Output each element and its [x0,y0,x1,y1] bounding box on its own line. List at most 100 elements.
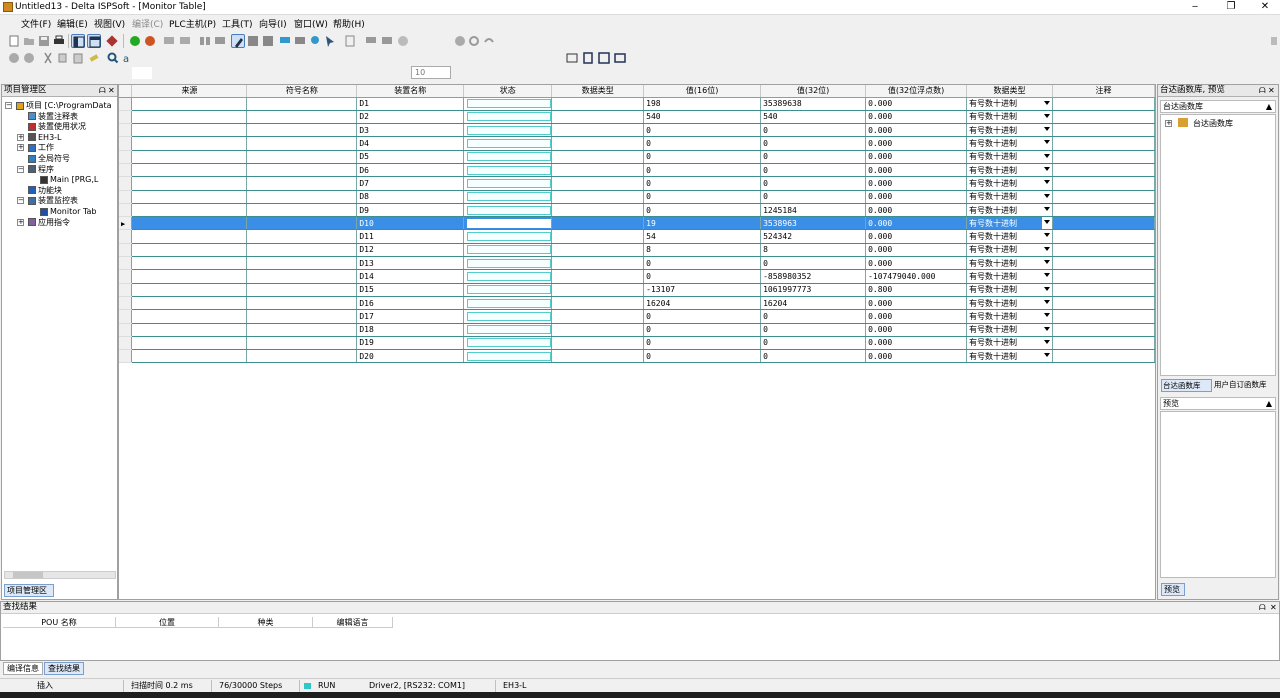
minimize-button[interactable]: ‒ [1178,0,1212,15]
library-tree-item[interactable]: 台达函数库 [1193,118,1233,129]
col-header-datatype[interactable]: 数据类型 [551,85,645,98]
cell-device[interactable]: D3 [356,123,465,138]
tile-icon[interactable] [613,51,627,65]
cell-device[interactable]: D9 [356,203,465,218]
row-header[interactable] [119,256,133,271]
tree-expander-icon[interactable]: − [17,165,24,173]
col-header-comment[interactable]: 注释 [1052,85,1155,98]
row-header[interactable] [119,296,133,311]
cell-datatype[interactable] [551,269,645,284]
cell-value32[interactable]: 1061997773 [760,283,867,297]
cell-valuefloat[interactable]: 0.000 [865,256,968,271]
col-header-device[interactable]: 装置名称 [356,85,465,98]
comm-settings-icon[interactable] [364,34,378,48]
cell-display-type[interactable]: 有号数十进制 [966,256,1053,271]
cell-datatype[interactable] [551,336,645,351]
cell-symbol[interactable] [246,323,358,337]
cell-valuefloat[interactable]: 0.000 [865,136,968,151]
table-row[interactable]: D11 54 524342 0.000 有号数十进制 [119,229,1155,244]
cell-datatype[interactable] [551,243,645,258]
tree-item[interactable]: 装置使用状况 [28,122,86,132]
row-header[interactable]: ▶ [119,216,133,231]
cell-valuefloat[interactable]: 0.000 [865,150,968,164]
cell-valuefloat[interactable]: 0.000 [865,97,968,111]
chevron-down-icon[interactable] [1044,326,1050,331]
cell-display-type[interactable]: 有号数十进制 [966,136,1053,151]
cell-datatype[interactable] [551,163,645,178]
table-row[interactable]: ▶ D10 19 3538963 0.000 有号数十进制 [119,216,1155,231]
cell-value16[interactable]: 54 [643,229,762,244]
cell-datatype[interactable] [551,97,645,111]
tab-compile-info[interactable]: 编译信息 [3,662,43,675]
cell-value16[interactable]: 19 [643,216,762,231]
find-col-kind[interactable]: 种类 [219,617,313,628]
cell-source[interactable] [131,269,248,284]
cell-datatype[interactable] [551,110,645,125]
cell-symbol[interactable] [246,136,358,151]
cell-status[interactable] [463,110,553,125]
cell-value32[interactable]: 8 [760,243,867,258]
new-file-icon[interactable] [7,34,21,48]
cell-symbol[interactable] [246,150,358,164]
col-header-valuefloat[interactable]: 值(32位浮点数) [865,85,968,98]
cell-comment[interactable] [1052,243,1155,258]
chevron-down-icon[interactable] [1044,299,1050,304]
close-button[interactable]: ✕ [1248,0,1280,15]
cell-value16[interactable]: 0 [643,123,762,138]
cell-datatype[interactable] [551,203,645,218]
tree-expander-icon[interactable]: − [17,197,24,205]
cell-status[interactable] [463,176,553,191]
cell-value16[interactable]: 0 [643,256,762,271]
cell-source[interactable] [131,229,248,244]
cell-device[interactable]: D20 [356,349,465,364]
layout-single-icon[interactable] [71,34,85,48]
cell-value16[interactable]: 8 [643,243,762,258]
save-icon[interactable] [37,34,51,48]
cell-value16[interactable]: -13107 [643,283,762,297]
cell-status[interactable] [463,256,553,271]
cell-device[interactable]: D6 [356,163,465,178]
cell-value32[interactable]: 0 [760,336,867,351]
col-header-source[interactable]: 来源 [131,85,248,98]
stop-icon[interactable] [143,34,157,48]
cell-status[interactable] [463,203,553,218]
cell-source[interactable] [131,203,248,218]
pin-icon[interactable]: ᗩ [1259,602,1266,613]
tree-item[interactable]: 装置监控表 [28,196,78,206]
cell-source[interactable] [131,163,248,178]
cell-comment[interactable] [1052,190,1155,204]
cell-source[interactable] [131,150,248,164]
table-row[interactable]: D6 0 0 0.000 有号数十进制 [119,163,1155,178]
cell-value32[interactable]: 0 [760,150,867,164]
cell-device[interactable]: D5 [356,150,465,164]
chevron-down-icon[interactable] [1044,206,1050,211]
ladder-icon[interactable] [343,34,357,48]
row-header[interactable] [119,136,133,151]
cell-status[interactable] [463,97,553,111]
chevron-down-icon[interactable] [1044,353,1050,358]
cell-value32[interactable]: 16204 [760,296,867,311]
pin-icon[interactable]: ᗩ [99,85,106,96]
copy-icon[interactable] [56,51,70,65]
row-header[interactable] [119,323,133,337]
find-icon[interactable] [106,51,120,65]
menu-file[interactable]: 文件(F) [18,17,54,30]
cell-symbol[interactable] [246,97,358,111]
cell-source[interactable] [131,309,248,324]
cell-comment[interactable] [1052,216,1155,231]
open-file-icon[interactable] [22,34,36,48]
cell-comment[interactable] [1052,123,1155,138]
cell-comment[interactable] [1052,176,1155,191]
cell-symbol[interactable] [246,283,358,297]
network-icon[interactable] [565,51,579,65]
cell-source[interactable] [131,110,248,125]
cell-value16[interactable]: 0 [643,203,762,218]
tab-find-results[interactable]: 查找结果 [44,662,84,675]
tab-preview[interactable]: 预览 [1161,583,1185,596]
collapse-icon[interactable]: ▲ [1266,101,1272,112]
paste-icon[interactable] [71,51,85,65]
window-icon[interactable] [597,51,611,65]
tree-expander-icon[interactable]: + [17,144,24,152]
cell-value16[interactable]: 0 [643,136,762,151]
table-row[interactable]: D19 0 0 0.000 有号数十进制 [119,336,1155,351]
